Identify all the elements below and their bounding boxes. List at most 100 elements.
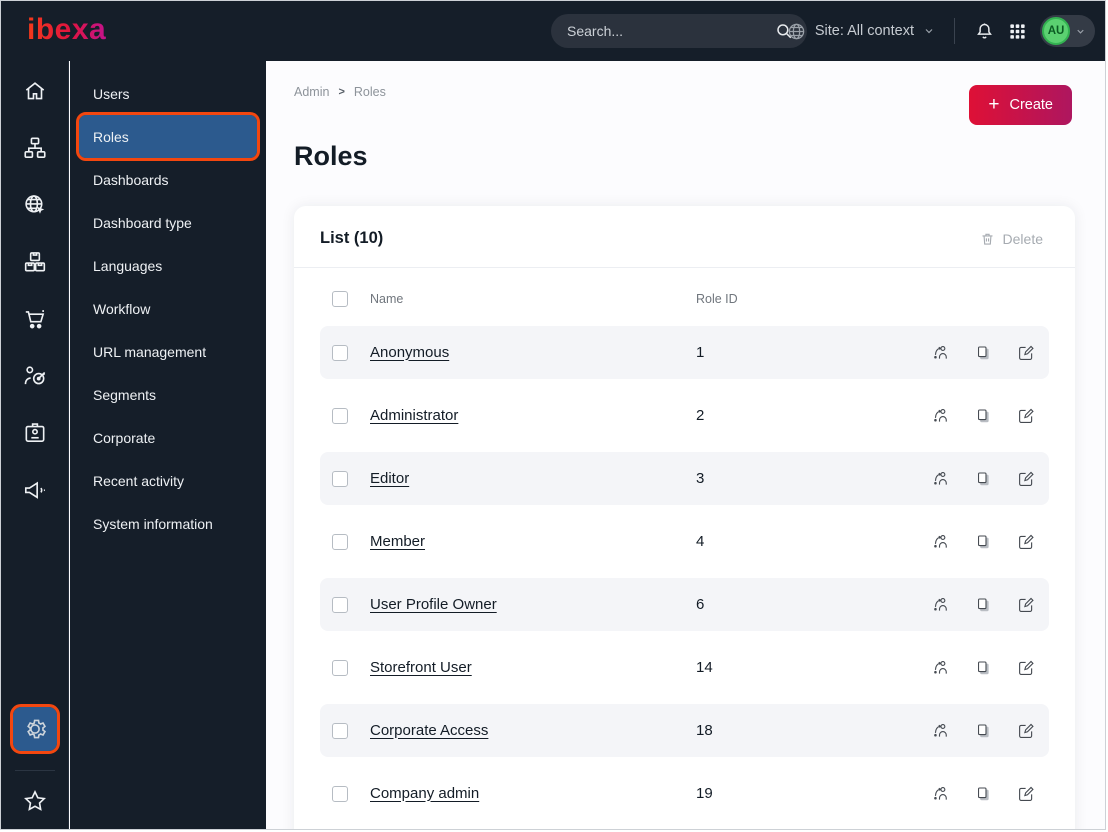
breadcrumb-roles[interactable]: Roles — [354, 85, 386, 99]
home-icon[interactable] — [13, 69, 57, 113]
role-name-link[interactable]: Corporate Access — [370, 722, 488, 739]
table-row: Editor 3 — [320, 452, 1049, 505]
assign-users-icon[interactable] — [932, 785, 950, 803]
bookmarks-star-icon[interactable] — [13, 779, 57, 823]
role-name-link[interactable]: Editor — [370, 470, 409, 487]
main-content: Admin > Roles + Create Roles List (10) D… — [266, 61, 1105, 829]
role-id-value: 19 — [696, 784, 713, 802]
role-name-link[interactable]: User Profile Owner — [370, 596, 497, 613]
edit-icon[interactable] — [1017, 659, 1035, 677]
table-row: Storefront User 14 — [320, 641, 1049, 694]
marketing-megaphone-icon[interactable] — [13, 468, 57, 512]
plus-icon: + — [988, 93, 1000, 115]
chevron-down-icon — [923, 25, 935, 37]
edit-icon[interactable] — [1017, 722, 1035, 740]
copy-icon[interactable] — [975, 785, 992, 803]
table-row: Anonymous 1 — [320, 326, 1049, 379]
topbar-right-cluster: Site: All context AU — [787, 1, 1095, 61]
edit-icon[interactable] — [1017, 533, 1035, 551]
list-title: List (10) — [320, 229, 384, 247]
copy-icon[interactable] — [975, 659, 992, 677]
role-name-link[interactable]: Anonymous — [370, 344, 449, 361]
sidebar-item-segments[interactable]: Segments — [79, 373, 257, 416]
table-header-row: Name Role ID — [320, 282, 1049, 316]
corporate-badge-icon[interactable] — [13, 411, 57, 455]
sidebar-item-roles[interactable]: Roles — [76, 112, 260, 161]
site-globe-icon[interactable] — [13, 183, 57, 227]
table-row: Corporate Access 18 — [320, 704, 1049, 757]
site-context-selector[interactable]: Site: All context — [787, 22, 935, 41]
trash-icon — [980, 231, 995, 247]
assign-users-icon[interactable] — [932, 722, 950, 740]
copy-icon[interactable] — [975, 344, 992, 362]
assign-users-icon[interactable] — [932, 470, 950, 488]
row-actions — [932, 407, 1049, 425]
settings-gear-icon[interactable] — [9, 704, 60, 754]
role-name-link[interactable]: Member — [370, 533, 425, 550]
edit-icon[interactable] — [1017, 344, 1035, 362]
notifications-bell-icon[interactable] — [974, 21, 995, 42]
sidebar-item-users[interactable]: Users — [79, 72, 257, 115]
copy-icon[interactable] — [975, 596, 992, 614]
breadcrumb-admin[interactable]: Admin — [294, 85, 329, 99]
user-menu[interactable]: AU — [1040, 15, 1095, 47]
sidebar-item-workflow[interactable]: Workflow — [79, 287, 257, 330]
role-name-link[interactable]: Storefront User — [370, 659, 472, 676]
row-checkbox[interactable] — [332, 533, 348, 550]
edit-icon[interactable] — [1017, 407, 1035, 425]
sidebar-item-languages[interactable]: Languages — [79, 244, 257, 287]
top-bar: ibexa Site: All context — [1, 1, 1105, 61]
sidebar-item-recent-activity[interactable]: Recent activity — [79, 459, 257, 502]
assign-users-icon[interactable] — [932, 344, 950, 362]
shopping-cart-icon[interactable] — [13, 297, 57, 341]
delete-button[interactable]: Delete — [974, 230, 1049, 248]
content-tree-icon[interactable] — [13, 126, 57, 170]
row-checkbox[interactable] — [332, 344, 348, 361]
table-row: Company admin 19 — [320, 767, 1049, 820]
copy-icon[interactable] — [975, 470, 992, 488]
row-checkbox[interactable] — [332, 470, 348, 487]
row-actions — [932, 533, 1049, 551]
global-search[interactable] — [551, 14, 807, 48]
sidebar-item-system-information[interactable]: System information — [79, 502, 257, 545]
nav-rail-divider — [14, 770, 55, 771]
edit-icon[interactable] — [1017, 785, 1035, 803]
copy-icon[interactable] — [975, 722, 992, 740]
assign-users-icon[interactable] — [932, 659, 950, 677]
admin-sidebar: Users Roles Dashboards Dashboard type La… — [70, 61, 266, 829]
sidebar-item-url-management[interactable]: URL management — [79, 330, 257, 373]
select-all-checkbox[interactable] — [332, 291, 348, 307]
role-name-link[interactable]: Company admin — [370, 785, 479, 802]
topbar-divider — [954, 18, 955, 44]
row-checkbox[interactable] — [332, 659, 348, 676]
personalization-target-icon[interactable] — [13, 354, 57, 398]
row-checkbox[interactable] — [332, 785, 348, 802]
roles-list-card: List (10) Delete Name Role ID Anonymous … — [294, 206, 1075, 829]
edit-icon[interactable] — [1017, 470, 1035, 488]
row-checkbox[interactable] — [332, 407, 348, 424]
assign-users-icon[interactable] — [932, 533, 950, 551]
app-window: ibexa Site: All context — [0, 0, 1106, 830]
sidebar-item-corporate[interactable]: Corporate — [79, 416, 257, 459]
copy-icon[interactable] — [975, 407, 992, 425]
table-row: Administrator 2 — [320, 389, 1049, 442]
edit-icon[interactable] — [1017, 596, 1035, 614]
row-actions — [932, 659, 1049, 677]
column-header-role-id: Role ID — [696, 292, 738, 306]
copy-icon[interactable] — [975, 533, 992, 551]
create-button[interactable]: + Create — [969, 85, 1072, 125]
role-id-value: 4 — [696, 532, 705, 550]
sidebar-item-dashboard-type[interactable]: Dashboard type — [79, 201, 257, 244]
row-checkbox[interactable] — [332, 722, 348, 739]
table-row: User Profile Owner 6 — [320, 578, 1049, 631]
product-boxes-icon[interactable] — [13, 240, 57, 284]
ibexa-logo[interactable]: ibexa — [27, 14, 106, 46]
row-checkbox[interactable] — [332, 596, 348, 613]
app-grid-icon[interactable] — [1008, 22, 1027, 41]
role-id-value: 14 — [696, 658, 713, 676]
sidebar-item-dashboards[interactable]: Dashboards — [79, 158, 257, 201]
assign-users-icon[interactable] — [932, 407, 950, 425]
assign-users-icon[interactable] — [932, 596, 950, 614]
role-name-link[interactable]: Administrator — [370, 407, 458, 424]
search-input[interactable] — [565, 22, 775, 40]
